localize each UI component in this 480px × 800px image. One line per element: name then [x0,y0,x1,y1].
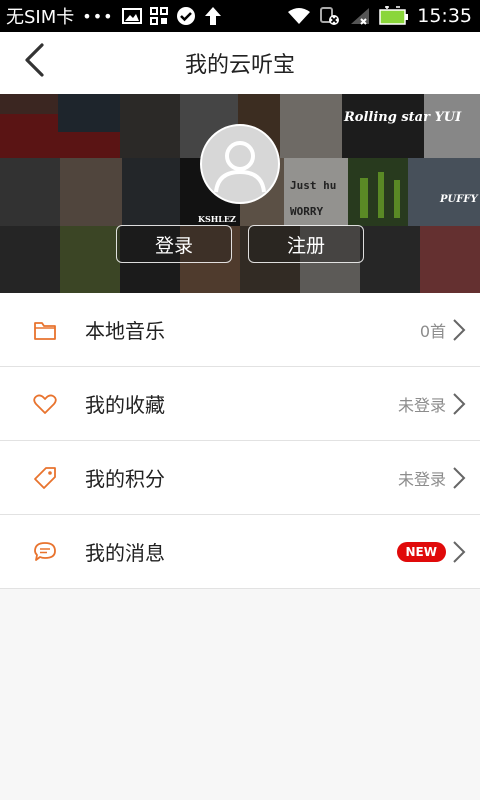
wifi-icon [287,7,311,25]
favorites-status: 未登录 [397,395,446,415]
status-bar: 无SIM卡 ••• 15:35 [0,0,480,32]
menu-item-right: 未登录 [398,392,466,416]
menu-item-local-music[interactable]: 本地音乐 0首 [0,293,480,367]
profile-banner: Rolling star YUI Just hu PUFFY WORRY KSH… [0,94,480,293]
chevron-right-icon [452,318,466,342]
menu-item-right: 0首 [420,318,466,342]
screen: 无SIM卡 ••• 15:35 我的云听宝 Rolling star YUI J… [0,0,480,800]
folder-icon [32,317,58,343]
signal-icon [349,6,371,26]
album-text: Rolling star YUI [344,110,462,125]
check-circle-icon [176,6,196,26]
user-avatar[interactable] [200,124,280,204]
menu-item-right: NEW [396,540,466,564]
local-music-count: 0首 [419,321,446,341]
album-text: Just hu [290,179,337,192]
login-button[interactable]: 登录 [116,225,232,263]
clock-time: 15:35 [417,5,472,27]
image-icon [121,7,142,25]
carrier-text: 无SIM卡 [6,7,75,28]
menu-item-right: 未登录 [398,466,466,490]
menu-item-points[interactable]: 我的积分 未登录 [0,441,480,515]
tag-icon [32,465,58,491]
menu-list: 本地音乐 0首 我的收藏 未登录 我的积分 未登录 我的消息 NEW [0,293,480,589]
new-badge: NEW [396,541,446,562]
menu-item-label: 我的消息 [85,541,165,565]
status-right: 15:35 [287,5,480,27]
register-button[interactable]: 注册 [248,225,364,263]
message-icon [32,539,58,565]
chevron-right-icon [452,392,466,416]
album-text: KSHLEZ [198,214,236,224]
menu-item-label: 我的收藏 [85,393,165,417]
heart-icon [32,391,58,417]
album-text: WORRY [290,205,324,218]
data-off-icon [319,6,341,26]
chevron-left-icon [23,43,45,81]
menu-item-messages[interactable]: 我的消息 NEW [0,515,480,589]
app-header: 我的云听宝 [0,32,480,95]
battery-charging-icon [379,6,409,26]
status-left: 无SIM卡 ••• [0,3,222,29]
menu-item-label: 本地音乐 [85,319,165,343]
upload-arrow-icon [204,6,222,26]
apps-icon [149,7,168,25]
album-text: PUFFY [440,194,478,205]
back-button[interactable] [12,40,56,84]
page-title: 我的云听宝 [184,53,295,78]
menu-item-label: 我的积分 [85,467,165,491]
chevron-right-icon [452,540,466,564]
more-dots: ••• [82,6,114,26]
menu-item-favorites[interactable]: 我的收藏 未登录 [0,367,480,441]
chevron-right-icon [452,466,466,490]
points-status: 未登录 [397,469,446,489]
